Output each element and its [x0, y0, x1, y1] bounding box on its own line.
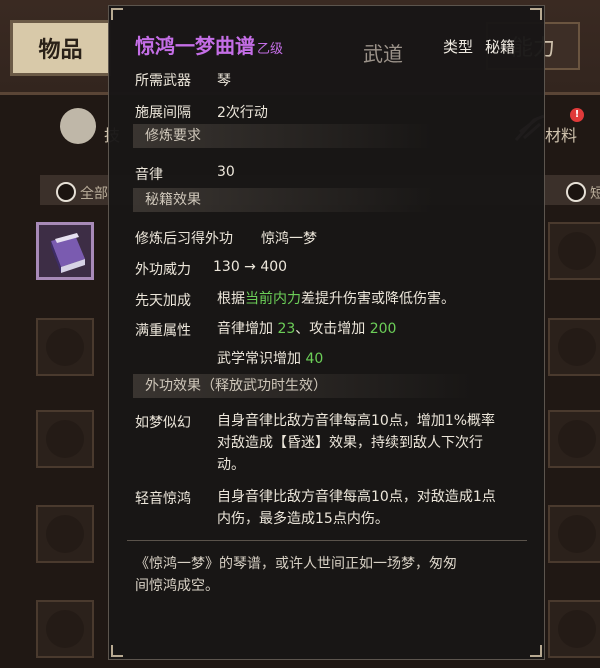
book-icon — [51, 233, 85, 273]
effect2-line1: 自身音律比敌方音律每高10点，对敌造成1点 — [217, 489, 496, 505]
inventory-slot[interactable] — [548, 410, 600, 468]
filter-radio-all[interactable] — [56, 182, 76, 202]
full-line-b: 武学常识增加 40 — [217, 348, 537, 370]
full-b-num: 40 — [305, 351, 324, 367]
corner-ornament — [530, 8, 542, 20]
filter-label-all: 全部 — [80, 186, 108, 202]
learn-label: 修炼后习得外功 — [135, 231, 233, 247]
full-a-pre: 音律增加 — [217, 321, 278, 337]
req-attr-value: 30 — [217, 164, 235, 180]
type-label: 类型 — [443, 38, 474, 56]
flavor-text: 《惊鸿一梦》的琴谱，或许人世间正如一场梦，匆匆 间惊鸿成空。 — [135, 553, 535, 597]
effect2-label: 轻音惊鸿 — [135, 491, 191, 507]
divider — [127, 540, 527, 541]
bg-tab-wudao: 武道 — [363, 42, 403, 66]
flavor-line2: 间惊鸿成空。 — [135, 578, 219, 594]
inventory-slot[interactable] — [548, 222, 600, 280]
learn-value: 惊鸿一梦 — [261, 231, 317, 247]
full-a-num: 23 — [277, 321, 296, 337]
innate-post: 差提升伤害或降低伤害。 — [301, 291, 455, 307]
section-requirements: 修炼要求 — [133, 124, 433, 148]
new-item-alert: ! — [570, 108, 584, 122]
skill-category-icon[interactable] — [60, 108, 96, 144]
full-line-a: 音律增加 23、攻击增加 200 — [217, 318, 537, 340]
effect1-line3: 动。 — [217, 457, 245, 473]
effect1-line1: 自身音律比敌方音律每高10点，增加1%概率 — [217, 413, 496, 429]
inventory-slot[interactable] — [36, 600, 94, 658]
inventory-slot[interactable] — [36, 505, 94, 563]
inventory-slot[interactable] — [36, 410, 94, 468]
type-value: 秘籍 — [485, 38, 516, 56]
corner-ornament — [530, 645, 542, 657]
req-attr-label: 音律 — [135, 167, 163, 183]
item-tooltip: 惊鸿一梦曲谱 乙级 武道 类型 秘籍 所需武器 琴 施展间隔 2次行动 修炼要求 … — [108, 5, 545, 660]
interval-label: 施展间隔 — [135, 105, 191, 121]
inventory-slot[interactable] — [548, 318, 600, 376]
inventory-slot[interactable] — [36, 318, 94, 376]
weapon-label: 所需武器 — [135, 73, 191, 89]
interval-value: 2次行动 — [217, 105, 268, 121]
filter-radio-short[interactable] — [566, 182, 586, 202]
section-external-effects: 外功效果（释放武功时生效） — [133, 374, 473, 398]
full-label: 满重属性 — [135, 323, 191, 339]
effect2-line2: 内伤，最多造成15点内伤。 — [217, 511, 389, 527]
inventory-slot-selected[interactable] — [36, 222, 94, 280]
corner-ornament — [111, 8, 123, 20]
full-b-pre: 武学常识增加 — [217, 351, 306, 367]
inventory-slot[interactable] — [548, 600, 600, 658]
power-label: 外功威力 — [135, 262, 191, 278]
innate-pre: 根据 — [217, 291, 245, 307]
item-grade: 乙级 — [257, 42, 284, 57]
flavor-line1: 《惊鸿一梦》的琴谱，或许人世间正如一场梦，匆匆 — [135, 556, 457, 572]
weapon-value: 琴 — [217, 73, 231, 89]
section-effects: 秘籍效果 — [133, 188, 433, 212]
corner-ornament — [111, 645, 123, 657]
item-name: 惊鸿一梦曲谱 — [135, 34, 255, 58]
power-value: 130 → 400 — [213, 259, 288, 275]
full-a-mid: 、攻击增加 — [295, 321, 370, 337]
tab-items[interactable]: 物品 — [10, 20, 111, 76]
item-title: 惊鸿一梦曲谱 乙级 — [135, 30, 283, 59]
full-a-num2: 200 — [369, 321, 397, 337]
innate-label: 先天加成 — [135, 293, 191, 309]
filter-label-short: 短 — [590, 186, 600, 202]
innate-highlight: 当前内力 — [245, 291, 301, 307]
effect1-label: 如梦似幻 — [135, 415, 191, 431]
inventory-slot[interactable] — [548, 505, 600, 563]
effect1-line2: 对敌造成【昏迷】效果，持续到敌人下次行 — [217, 435, 483, 451]
innate-desc: 根据当前内力差提升伤害或降低伤害。 — [217, 288, 537, 310]
